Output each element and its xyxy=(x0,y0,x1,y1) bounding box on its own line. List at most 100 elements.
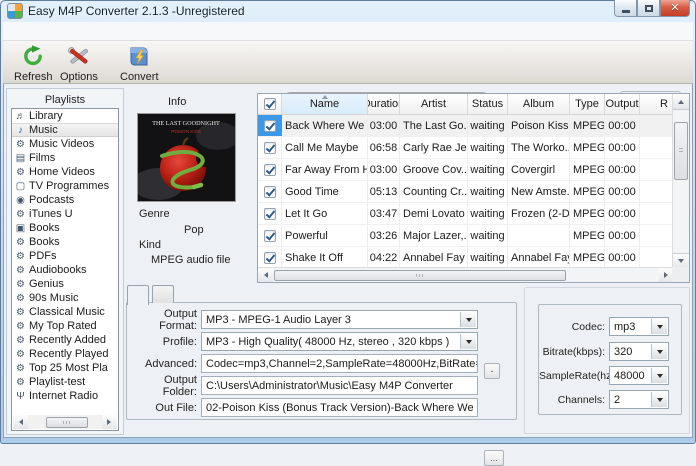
playlist-item[interactable]: ◉ Podcasts xyxy=(12,193,118,207)
playlist-item[interactable]: ⚙ iTunes U xyxy=(12,207,118,221)
playlist-item[interactable]: ⚙ Home Videos xyxy=(12,165,118,179)
table-row[interactable]: Good Time 05:13 Counting Cr... waiting N… xyxy=(258,181,689,203)
playlist-label: Playlist-test xyxy=(29,376,86,388)
playlist-item[interactable]: ⚙ Genius xyxy=(12,277,118,291)
codec-field-label: Channels: xyxy=(557,393,605,406)
output-tabs xyxy=(127,285,177,305)
codec-panel: Codec: mp3 Bitrate(kbps): 320 SampleRate… xyxy=(524,287,690,434)
scrollbar-thumb[interactable] xyxy=(674,122,688,180)
maximize-button[interactable] xyxy=(637,0,660,17)
menu-item[interactable] xyxy=(3,29,21,33)
scroll-left-arrow[interactable] xyxy=(13,415,28,429)
row-checkbox[interactable] xyxy=(263,163,276,176)
playlist-item[interactable]: ⚙ My Top Rated xyxy=(12,319,118,333)
table-row[interactable]: Call Me Maybe 06:58 Carly Rae Je... wait… xyxy=(258,137,689,159)
table-row[interactable]: Back Where We ... 03:00 The Last Go... w… xyxy=(258,115,689,137)
playlist-item[interactable]: Ψ Internet Radio xyxy=(12,389,118,403)
playlist-item[interactable]: ⚙ Books xyxy=(12,235,118,249)
tab[interactable] xyxy=(127,285,149,305)
sidebar-horizontal-scrollbar[interactable] xyxy=(13,415,117,429)
playlist-item[interactable]: ⚙ 90s Music xyxy=(12,291,118,305)
table-row[interactable]: Shake It Off 04:22 Annabel Fay waiting A… xyxy=(258,247,689,269)
scrollbar-thumb[interactable] xyxy=(46,416,88,428)
scroll-left-arrow[interactable] xyxy=(258,268,273,282)
profile-dropdown[interactable]: MP3 - High Quality( 48000 Hz, stereo , 3… xyxy=(201,332,478,351)
column-header-status[interactable]: Status xyxy=(468,94,508,114)
cell-artist: Counting Cr... xyxy=(400,181,468,202)
scrollbar-thumb[interactable] xyxy=(274,269,566,281)
advanced-label: Advanced: xyxy=(145,357,197,370)
column-header-name[interactable]: Name xyxy=(282,94,368,114)
scroll-up-arrow[interactable] xyxy=(673,94,689,110)
playlist-label: Books xyxy=(29,236,60,248)
output-folder-input[interactable]: C:\Users\Administrator\Music\Easy M4P Co… xyxy=(201,376,478,395)
column-header-type[interactable]: Type xyxy=(570,94,605,114)
column-header-artist[interactable]: Artist xyxy=(400,94,468,114)
table-row[interactable]: Far Away From H... 03:00 Groove Cov... w… xyxy=(258,159,689,181)
gear-icon: ⚙ xyxy=(16,250,25,262)
scroll-right-arrow[interactable] xyxy=(102,415,117,429)
gear-icon: ⚙ xyxy=(16,138,25,150)
table-row[interactable]: Let It Go 03:47 Demi Lovato waiting Froz… xyxy=(258,203,689,225)
convert-button[interactable]: Convert xyxy=(115,44,164,84)
out-file-label: Out File: xyxy=(155,401,197,414)
playlist-item[interactable]: ⚙ Audiobooks xyxy=(12,263,118,277)
playlist-item[interactable]: ⚙ Recently Played xyxy=(12,347,118,361)
gear-icon: ⚙ xyxy=(16,166,25,178)
scrollbar-corner xyxy=(672,267,689,282)
playlist-item[interactable]: ▤ Films xyxy=(12,151,118,165)
playlist-item[interactable]: ⚙ Classical Music xyxy=(12,305,118,319)
playlist-item[interactable]: ▢ TV Programmes xyxy=(12,179,118,193)
cell-output: 00:00 xyxy=(605,181,640,202)
playlist-item[interactable]: ⚙ Top 25 Most Pla xyxy=(12,361,118,375)
playlist-item[interactable]: ⚙ Music Videos xyxy=(12,137,118,151)
options-button[interactable]: Options xyxy=(55,44,103,84)
out-file-input[interactable]: 02-Poison Kiss (Bonus Track Version)-Bac… xyxy=(201,398,478,417)
row-checkbox[interactable] xyxy=(263,119,276,132)
advanced-input[interactable]: Codec=mp3,Channel=2,SampleRate=48000Hz,B… xyxy=(201,354,478,373)
codec-field-dropdown[interactable]: 48000 xyxy=(609,366,669,385)
playlists-title: Playlists xyxy=(44,94,86,106)
browse-folder-button[interactable]: ... xyxy=(484,450,504,466)
cell-name: Call Me Maybe xyxy=(282,137,368,158)
header-checkbox[interactable] xyxy=(263,98,276,110)
table-vertical-scrollbar[interactable] xyxy=(672,94,689,269)
column-header-album[interactable]: Album xyxy=(508,94,570,114)
table-horizontal-scrollbar[interactable] xyxy=(258,267,674,282)
select-all-header[interactable] xyxy=(258,94,282,114)
kind-value: MPEG audio file xyxy=(151,254,231,266)
row-checkbox[interactable] xyxy=(263,185,276,198)
output-format-dropdown[interactable]: MP3 - MPEG-1 Audio Layer 3 xyxy=(201,310,478,329)
codec-field-dropdown[interactable]: 2 xyxy=(609,390,669,409)
codec-field-dropdown[interactable]: 320 xyxy=(609,342,669,361)
library-icon: ♬ xyxy=(15,110,26,122)
dropdown-arrow-icon xyxy=(460,334,476,349)
playlist-item[interactable]: ⚙ PDFs xyxy=(12,249,118,263)
table-row[interactable]: Powerful 03:26 Major Lazer,... waiting M… xyxy=(258,225,689,247)
menu-item[interactable] xyxy=(21,29,39,33)
playlist-item[interactable]: ⚙ Recently Added xyxy=(12,333,118,347)
row-checkbox[interactable] xyxy=(263,229,276,242)
minimize-button[interactable] xyxy=(614,0,637,17)
tab[interactable] xyxy=(152,285,174,303)
cell-status: waiting xyxy=(468,159,508,180)
close-button[interactable]: ✕ xyxy=(660,0,690,17)
gear-icon: ⚙ xyxy=(16,278,25,290)
column-header-output[interactable]: Output xyxy=(605,94,640,114)
playlist-item[interactable]: ♬ Library xyxy=(12,109,118,123)
playlist-item[interactable]: ⚙ Playlist-test xyxy=(12,375,118,389)
codec-field-dropdown[interactable]: mp3 xyxy=(609,317,669,336)
playlist-item[interactable]: ♪ Music xyxy=(12,123,118,137)
dropdown-arrow-icon xyxy=(651,344,667,359)
column-header-duration[interactable]: Duration xyxy=(368,94,400,114)
sort-arrow-icon xyxy=(321,95,328,99)
cell-output: 00:00 xyxy=(605,247,640,268)
album-art: THE LAST GOODNIGHT POISON KISS xyxy=(132,113,240,202)
row-checkbox[interactable] xyxy=(263,251,276,264)
row-checkbox[interactable] xyxy=(263,141,276,154)
output-format-label: Output Format: xyxy=(159,307,197,332)
row-checkbox[interactable] xyxy=(263,207,276,220)
cell-type: MPEG... xyxy=(570,225,605,246)
playlist-item[interactable]: ▣ Books xyxy=(12,221,118,235)
refresh-button[interactable]: Refresh xyxy=(9,44,58,84)
